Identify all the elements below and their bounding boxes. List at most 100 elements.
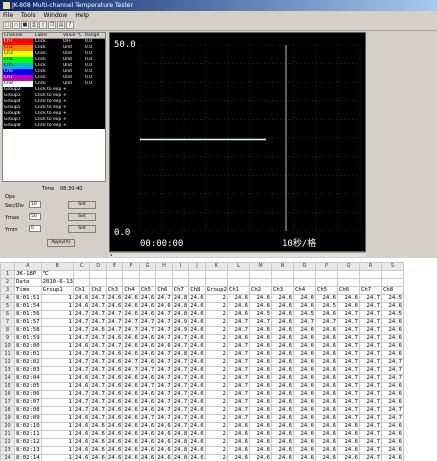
channel-row[interactable]: Group8Click to expand+ [3, 123, 105, 129]
sheet-cell[interactable]: 24.7 [226, 350, 250, 359]
sheet-cell[interactable]: Ch6 [336, 286, 360, 295]
sheet-cell[interactable]: 24.7 [155, 382, 173, 391]
sheet-cell[interactable]: 24.6 [226, 334, 250, 343]
sheet-cell[interactable]: 24.6 [292, 454, 316, 461]
sheet-cell[interactable] [358, 270, 382, 279]
sheet-cell[interactable]: 24.7 [122, 366, 140, 375]
sheet-cell[interactable]: 24.6 [188, 390, 206, 399]
sheet-cell[interactable]: 24.6 [292, 438, 316, 447]
sheet-cell[interactable]: 24.6 [138, 350, 157, 359]
sheet-cell[interactable]: 24.7 [89, 374, 107, 383]
sheet-cell[interactable]: 1 [40, 318, 74, 327]
sheet-cell[interactable]: 24.6 [314, 446, 338, 455]
sheet-cell[interactable]: 24.7 [226, 342, 250, 351]
column-header[interactable]: P [314, 262, 338, 271]
sheet-cell[interactable]: Ch8 [380, 286, 404, 295]
sheet-cell[interactable]: Ch1 [72, 286, 91, 295]
sheet-cell[interactable]: 8:01:51 [14, 294, 42, 303]
sheet-cell[interactable]: 24.7 [155, 358, 173, 367]
sheet-cell[interactable]: 24.7 [226, 414, 250, 423]
sheet-cell[interactable] [138, 278, 157, 287]
sheet-cell[interactable]: 24.7 [72, 326, 91, 335]
sheet-cell[interactable]: 24.6 [226, 430, 250, 439]
sheet-cell[interactable]: 24.6 [138, 374, 157, 383]
sheet-cell[interactable]: 24.6 [292, 358, 316, 367]
sheet-cell[interactable]: 24.7 [336, 318, 360, 327]
sheet-cell[interactable]: 2 [204, 334, 228, 343]
sheet-cell[interactable]: 1 [40, 438, 74, 447]
sheet-cell[interactable]: Group1 [40, 286, 74, 295]
sheet-cell[interactable]: 24.6 [270, 350, 294, 359]
sheet-cell[interactable]: 24.5 [380, 294, 404, 303]
sheet-cell[interactable]: 24.7 [155, 294, 173, 303]
column-header[interactable]: Q [336, 262, 360, 271]
sheet-cell[interactable]: 24.6 [122, 438, 140, 447]
sheet-cell[interactable]: 24.7 [138, 318, 157, 327]
sheet-cell[interactable]: 24.7 [155, 406, 173, 415]
sheet-cell[interactable] [72, 278, 91, 287]
sheet-cell[interactable]: 24.6 [105, 422, 124, 431]
sheet-cell[interactable]: 24.6 [105, 398, 124, 407]
sheet-cell[interactable]: 24.7 [89, 390, 107, 399]
sheet-cell[interactable]: 24.7 [171, 374, 190, 383]
sheet-cell[interactable]: 24.6 [270, 334, 294, 343]
row-header[interactable]: 18 [0, 406, 15, 415]
sheet-cell[interactable]: 24.8 [171, 302, 190, 311]
sheet-cell[interactable]: 8:02:03 [14, 366, 42, 375]
sheet-cell[interactable]: 24.6 [314, 358, 338, 367]
sheet-cell[interactable]: JK-18P [14, 270, 42, 279]
sheet-cell[interactable] [248, 278, 272, 287]
sheet-cell[interactable]: 24.7 [336, 326, 360, 335]
sheet-cell[interactable] [380, 270, 404, 279]
sheet-cell[interactable]: 24.6 [270, 302, 294, 311]
sheet-cell[interactable]: 24.7 [122, 318, 140, 327]
sheet-cell[interactable] [292, 278, 316, 287]
row-header[interactable]: 16 [0, 390, 15, 399]
sheet-cell[interactable]: 24.6 [270, 406, 294, 415]
sheet-cell[interactable]: 24.6 [314, 334, 338, 343]
sheet-cell[interactable]: 24.6 [248, 398, 272, 407]
sheet-cell[interactable] [105, 278, 124, 287]
sheet-cell[interactable]: 1 [40, 366, 74, 375]
sheet-cell[interactable]: 24.6 [72, 382, 91, 391]
sheet-cell[interactable]: 24.7 [336, 398, 360, 407]
sheet-cell[interactable] [171, 278, 190, 287]
sheet-cell[interactable]: 2 [204, 398, 228, 407]
row-header[interactable]: 21 [0, 430, 15, 439]
sheet-cell[interactable]: 24.6 [314, 430, 338, 439]
sheet-cell[interactable]: 24.6 [122, 430, 140, 439]
sheet-cell[interactable]: 24.7 [226, 366, 250, 375]
sheet-cell[interactable]: 24.6 [188, 398, 206, 407]
sheet-cell[interactable]: 24.7 [380, 358, 404, 367]
sheet-cell[interactable]: 24.7 [72, 366, 91, 375]
sheet-cell[interactable]: 24.6 [122, 350, 140, 359]
sheet-cell[interactable]: 2 [204, 430, 228, 439]
sheet-cell[interactable]: 8:02:06 [14, 390, 42, 399]
sheet-cell[interactable] [314, 278, 338, 287]
row-header[interactable]: 6 [0, 310, 15, 319]
sheet-cell[interactable]: 8:01:59 [14, 334, 42, 343]
sheet-cell[interactable]: 24.5 [380, 310, 404, 319]
sheet-cell[interactable]: 2 [204, 414, 228, 423]
column-header[interactable]: I [171, 262, 190, 271]
sheet-cell[interactable]: 24.7 [358, 382, 382, 391]
sheet-cell[interactable]: 24.6 [122, 414, 140, 423]
sheet-cell[interactable]: 2 [204, 390, 228, 399]
sheet-cell[interactable]: 24.6 [122, 382, 140, 391]
sheet-cell[interactable]: 1 [40, 422, 74, 431]
sheet-cell[interactable] [89, 278, 107, 287]
sheet-cell[interactable]: 24.7 [358, 438, 382, 447]
sheet-cell[interactable]: 24.6 [292, 414, 316, 423]
sheet-cell[interactable]: 24.7 [105, 318, 124, 327]
column-header[interactable] [0, 262, 15, 271]
sheet-cell[interactable]: 8:01:54 [14, 302, 42, 311]
sheet-cell[interactable]: 24.6 [105, 374, 124, 383]
sheet-cell[interactable]: 24.6 [270, 398, 294, 407]
sheet-cell[interactable]: 8:02:00 [14, 342, 42, 351]
ymin-input[interactable]: 0 [29, 225, 41, 232]
sheet-cell[interactable]: 24.7 [358, 454, 382, 461]
sheet-cell[interactable]: 24.7 [89, 350, 107, 359]
sheet-cell[interactable]: Ch5 [138, 286, 157, 295]
sheet-cell[interactable] [336, 278, 360, 287]
sheet-cell[interactable]: 24.6 [72, 422, 91, 431]
